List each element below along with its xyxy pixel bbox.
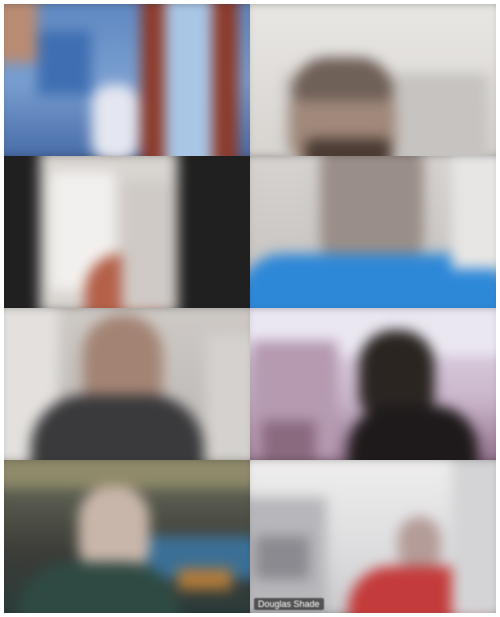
video-feed [4, 156, 250, 308]
participant-video-tile[interactable] [250, 308, 496, 460]
video-feed [250, 4, 496, 156]
participant-video-tile[interactable] [4, 156, 250, 308]
video-feed [4, 4, 250, 156]
participant-video-tile[interactable] [4, 460, 250, 613]
participant-video-tile[interactable] [250, 4, 496, 156]
participant-name-label: Douglas Shade [254, 598, 324, 610]
video-feed [250, 308, 496, 460]
participant-video-tile[interactable] [4, 4, 250, 156]
participant-video-tile[interactable]: Douglas Shade [250, 460, 496, 613]
video-feed [4, 460, 250, 613]
video-feed [250, 156, 496, 308]
participant-video-tile[interactable] [250, 156, 496, 308]
video-feed [4, 308, 250, 460]
video-feed [250, 460, 496, 613]
video-gallery-grid: Douglas Shade [4, 4, 496, 613]
participant-video-tile[interactable] [4, 308, 250, 460]
